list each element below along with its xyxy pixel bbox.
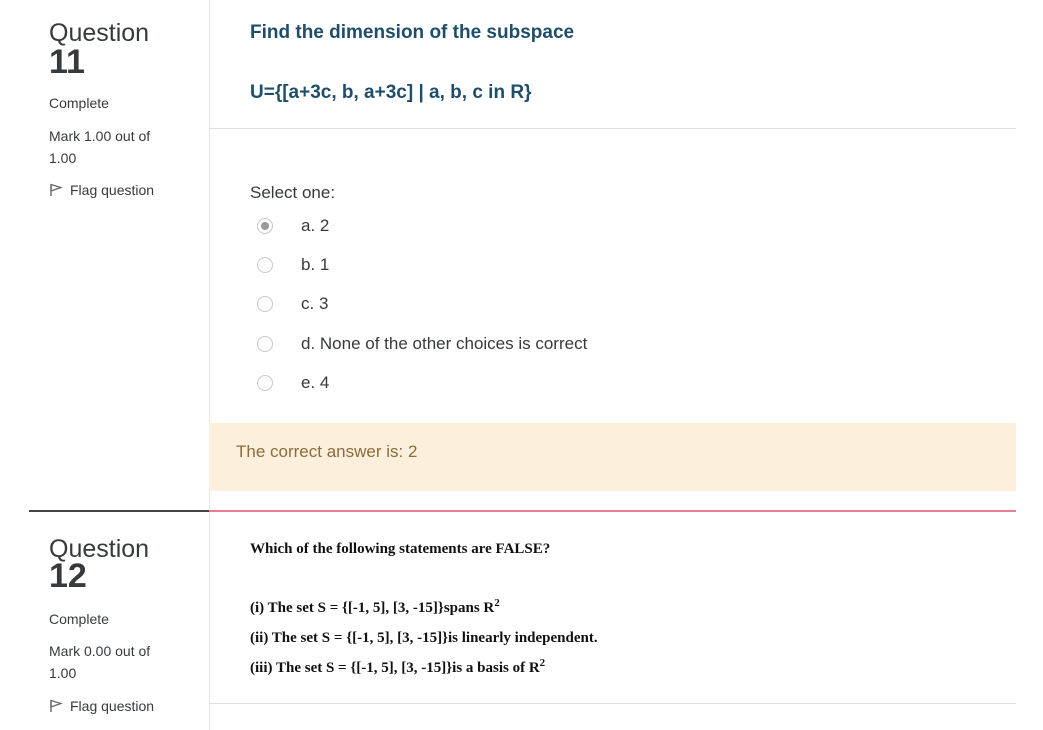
info-divider <box>209 512 210 730</box>
statement-3-text: (iii) The set S = {[-1, 5], [3, -15]}is … <box>250 660 540 676</box>
answer-option-label: a. 2 <box>301 216 330 235</box>
answer-option-label: b. 1 <box>301 255 330 274</box>
question-state: Complete <box>49 611 109 627</box>
answer-option-label: e. 4 <box>301 373 330 392</box>
question-set: U={[a+3c, b, a+3c] | a, b, c in R} <box>250 82 532 103</box>
question-text: Which of the following statements are FA… <box>250 541 551 557</box>
question-state: Complete <box>49 95 109 111</box>
radio-icon[interactable] <box>257 375 273 391</box>
answer-option-c[interactable]: c. 3 <box>257 292 328 316</box>
flag-icon <box>49 183 63 197</box>
answer-option-label: c. 3 <box>301 294 329 313</box>
flag-question-label: Flag question <box>70 698 155 714</box>
select-one-label: Select one: <box>250 183 336 202</box>
statement-1-text: (i) The set S = {[-1, 5], [3, -15]}spans… <box>250 600 495 616</box>
statement-3: (iii) The set S = {[-1, 5], [3, -15]}is … <box>250 657 546 677</box>
flag-question-button[interactable]: Flag question <box>49 698 154 714</box>
question-number: 12 <box>49 557 87 595</box>
radio-icon[interactable] <box>257 257 273 273</box>
question-11: Question 11 Complete Mark 1.00 out of 1.… <box>0 0 1043 512</box>
flag-question-button[interactable]: Flag question <box>49 182 154 198</box>
radio-icon[interactable] <box>257 296 273 312</box>
answer-option-b[interactable]: b. 1 <box>257 253 329 277</box>
correct-answer-text: The correct answer is: 2 <box>236 442 418 461</box>
answer-option-d[interactable]: d. None of the other choices is correct <box>257 332 587 356</box>
flag-icon <box>49 699 63 713</box>
radio-icon[interactable] <box>257 218 273 234</box>
question-text: Find the dimension of the subspace <box>250 22 575 43</box>
feedback-box: The correct answer is: 2 <box>209 423 1016 491</box>
superscript: 2 <box>494 597 500 609</box>
question-12: Question 12 Complete Mark 0.00 out of 1.… <box>0 512 1043 730</box>
superscript: 2 <box>539 657 546 669</box>
flag-question-label: Flag question <box>70 182 155 198</box>
answer-option-e[interactable]: e. 4 <box>257 371 329 395</box>
question-number: 11 <box>49 43 85 81</box>
answer-option-a[interactable]: a. 2 <box>257 214 329 238</box>
statement-2: (ii) The set S = {[-1, 5], [3, -15]}is l… <box>250 630 598 646</box>
radio-icon[interactable] <box>257 336 273 352</box>
question-separator <box>209 703 1016 704</box>
statement-1: (i) The set S = {[-1, 5], [3, -15]}spans… <box>250 597 500 617</box>
question-separator <box>209 128 1016 129</box>
question-grade: Mark 1.00 out of 1.00 <box>49 128 151 166</box>
question-grade: Mark 0.00 out of 1.00 <box>49 643 151 681</box>
answer-option-label: d. None of the other choices is correct <box>301 334 588 353</box>
